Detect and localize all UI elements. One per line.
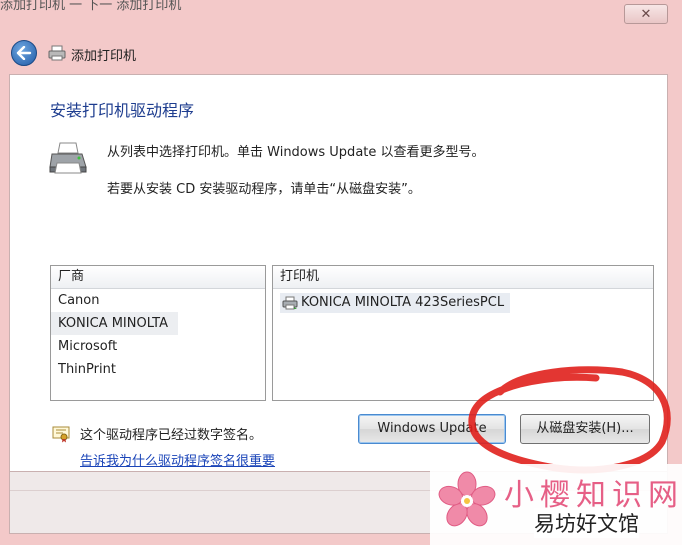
sakura-logo-icon — [438, 471, 496, 527]
printer-list[interactable]: 打印机 KONICA MINOLTA 423SeriesPCL — [272, 265, 654, 401]
wizard-content: 安装打印机驱动程序 从列表中选择打印机。单击 Windows Update 以查… — [9, 74, 668, 472]
manufacturer-item-canon[interactable]: Canon — [51, 289, 265, 312]
manufacturer-item-microsoft[interactable]: Microsoft — [51, 335, 265, 358]
watermark: 小樱知识网 易坊好文馆 — [430, 464, 682, 545]
description-line-2: 若要从安装 CD 安装驱动程序，请单击“从磁盘安装”。 — [107, 182, 421, 197]
close-icon: ✕ — [640, 7, 652, 22]
back-button[interactable] — [11, 40, 37, 66]
large-printer-icon — [49, 142, 87, 174]
watermark-text-2: 易坊好文馆 — [534, 508, 639, 538]
nav-title: 添加打印机 — [71, 49, 137, 64]
description-line-1: 从列表中选择打印机。单击 Windows Update 以查看更多型号。 — [107, 145, 485, 160]
signature-info-link[interactable]: 告诉我为什么驱动程序签名很重要 — [80, 450, 275, 469]
manufacturer-item-thinprint[interactable]: ThinPrint — [51, 358, 265, 381]
printer-list-header: 打印机 — [273, 266, 653, 289]
certificate-icon — [52, 426, 70, 443]
printer-icon — [48, 45, 66, 61]
manufacturer-list[interactable]: 厂商 Canon KONICA MINOLTA Microsoft ThinPr… — [50, 265, 266, 401]
signature-status: 这个驱动程序已经过数字签名。 — [80, 428, 263, 443]
windows-update-button[interactable]: Windows Update — [358, 414, 506, 444]
have-disk-button[interactable]: 从磁盘安装(H)... — [520, 414, 650, 444]
printer-item-label: KONICA MINOLTA 423SeriesPCL — [301, 295, 505, 310]
back-arrow-icon — [16, 46, 32, 60]
printer-icon — [282, 296, 298, 310]
close-button[interactable]: ✕ — [624, 4, 668, 24]
window-title-fragment: 添加打印机 一 下一 添加打印机 — [0, 0, 182, 13]
manufacturer-list-header: 厂商 — [51, 266, 265, 289]
page-title: 安装打印机驱动程序 — [50, 101, 195, 120]
manufacturer-item-konica-minolta[interactable]: KONICA MINOLTA — [51, 312, 178, 335]
printer-item[interactable]: KONICA MINOLTA 423SeriesPCL — [280, 293, 511, 313]
navigation-bar: 添加打印机 — [8, 36, 668, 70]
